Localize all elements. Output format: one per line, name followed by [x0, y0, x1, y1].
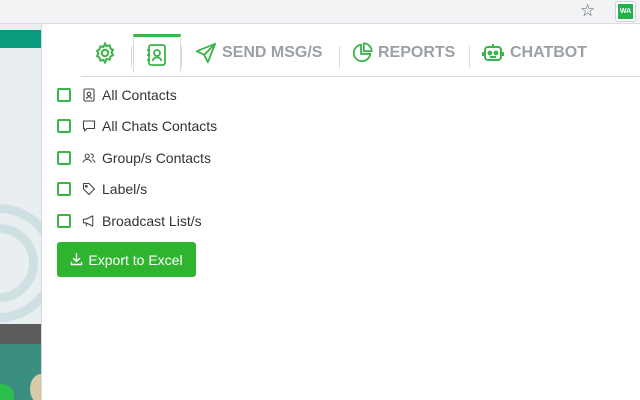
checkbox[interactable]: [57, 119, 71, 133]
option-label: All Chats Contacts: [102, 118, 218, 134]
gear-icon: [93, 41, 117, 65]
tab-separator: [339, 46, 340, 68]
tab-separator: [131, 46, 132, 68]
checkbox[interactable]: [57, 182, 71, 196]
download-icon: [70, 253, 83, 266]
extension-logo: WA: [618, 4, 633, 19]
option-group-contacts[interactable]: Group/s Contacts: [57, 148, 211, 168]
star-icon[interactable]: ☆: [580, 2, 596, 20]
checkbox[interactable]: [57, 151, 71, 165]
checkbox[interactable]: [57, 214, 71, 228]
option-label: Label/s: [102, 181, 148, 197]
option-all-chats-contacts[interactable]: All Chats Contacts: [57, 116, 217, 136]
robot-icon: [481, 42, 505, 64]
page-header-strip: [0, 30, 42, 48]
tab-contacts[interactable]: [133, 34, 181, 73]
users-icon: [82, 151, 96, 165]
page-panel-header: [0, 324, 42, 344]
send-icon: [195, 42, 217, 64]
wifi-decoration-outer: [0, 204, 42, 322]
tab-reports[interactable]: REPORTS: [351, 36, 455, 70]
export-to-excel-button[interactable]: Export to Excel: [57, 242, 196, 277]
contact-card-icon: [82, 88, 96, 102]
option-broadcast-lists[interactable]: Broadcast List/s: [57, 211, 202, 231]
tab-separator: [181, 46, 182, 68]
tab-send-label: SEND MSG/S: [222, 44, 323, 61]
tag-icon: [82, 182, 96, 196]
tab-reports-label: REPORTS: [378, 44, 456, 61]
tab-chatbot-label: CHATBOT: [510, 44, 588, 61]
option-label: All Contacts: [102, 87, 177, 103]
tab-settings[interactable]: [93, 36, 117, 70]
tab-bar: SEND MSG/S REPORTS CHATBOT: [81, 32, 640, 77]
extension-popup: SEND MSG/S REPORTS CHATBOT All Contacts …: [41, 24, 640, 400]
background-page: [0, 24, 42, 400]
tab-separator: [469, 46, 470, 68]
extension-button[interactable]: WA: [615, 1, 636, 22]
megaphone-icon: [82, 214, 96, 228]
option-label: Group/s Contacts: [102, 150, 211, 166]
option-label: Broadcast List/s: [102, 213, 202, 229]
tab-send-messages[interactable]: SEND MSG/S: [195, 36, 322, 70]
pie-chart-icon: [351, 42, 373, 64]
option-labels[interactable]: Label/s: [57, 179, 147, 199]
contact-book-icon: [146, 43, 168, 67]
option-all-contacts[interactable]: All Contacts: [57, 85, 177, 105]
browser-toolbar: ☆ WA: [0, 0, 640, 24]
chat-bubble-icon: [82, 119, 96, 133]
export-button-label: Export to Excel: [88, 251, 183, 268]
tab-chatbot[interactable]: CHATBOT: [481, 36, 587, 70]
checkbox[interactable]: [57, 88, 71, 102]
